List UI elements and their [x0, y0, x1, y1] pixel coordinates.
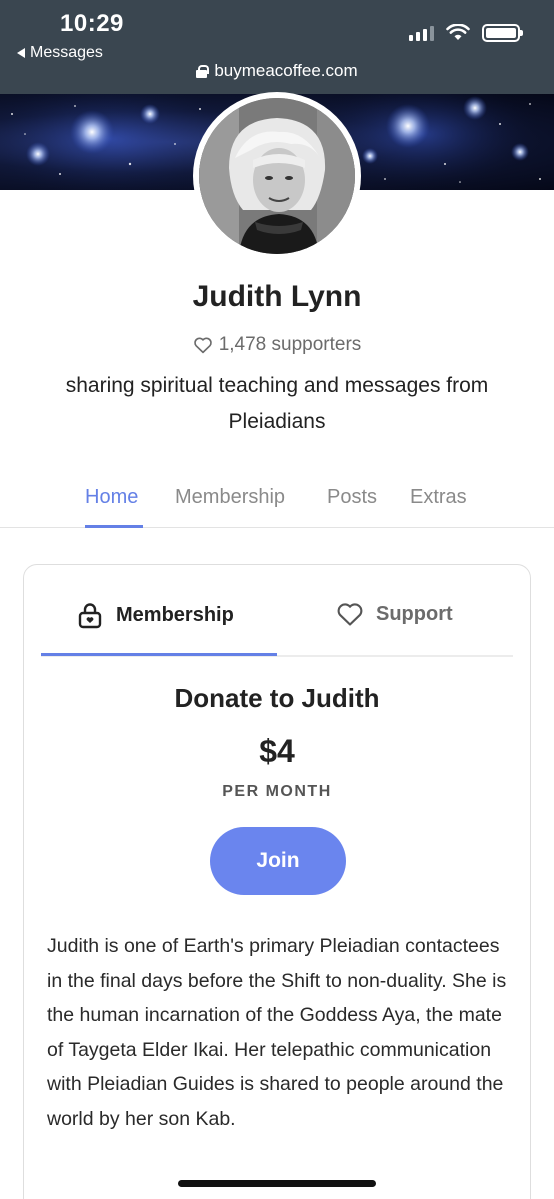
tab-home[interactable]: Home [85, 486, 138, 509]
tier-price: $4 [259, 733, 295, 769]
avatar-photo [199, 98, 355, 254]
join-button[interactable]: Join [210, 827, 346, 895]
home-indicator [178, 1180, 376, 1187]
tab-membership[interactable]: Membership [175, 486, 285, 509]
back-arrow-icon [17, 48, 25, 58]
card-tab-membership-label: Membership [116, 603, 234, 626]
url-text: buymeacoffee.com [214, 61, 358, 80]
back-to-messages[interactable]: Messages [17, 44, 103, 62]
tier-description: Judith is one of Earth's primary Pleiadi… [47, 935, 507, 1130]
secure-lock-icon [196, 64, 210, 78]
card-active-tab-indicator [41, 653, 277, 656]
cellular-signal-icon [409, 25, 434, 41]
avatar [193, 92, 361, 260]
back-label: Messages [30, 44, 103, 61]
heart-icon [193, 337, 212, 354]
active-tab-indicator [85, 525, 143, 528]
wifi-icon [446, 24, 470, 40]
card-tab-membership[interactable]: Membership [76, 601, 234, 629]
tier-title: Donate to Judith [174, 683, 380, 713]
profile-name: Judith Lynn [192, 280, 362, 313]
tab-posts[interactable]: Posts [327, 486, 377, 509]
browser-top-bar: 10:29 Messages buymeacoffee.com [0, 0, 554, 94]
tab-extras[interactable]: Extras [410, 486, 467, 509]
card-tab-support[interactable]: Support [336, 601, 453, 627]
battery-icon [482, 24, 523, 42]
supporters-count: 1,478 supporters [0, 334, 554, 356]
card-tab-support-label: Support [376, 602, 453, 625]
status-icons [409, 24, 523, 42]
supporters-text: 1,478 supporters [218, 334, 362, 355]
profile-tagline: sharing spiritual teaching and messages … [65, 374, 489, 433]
status-time: 10:29 [60, 10, 124, 37]
profile-tabs: Home Membership Posts Extras [0, 470, 554, 528]
membership-card: Membership Support Donate to Judith $4 P… [23, 564, 531, 1199]
address-bar[interactable]: buymeacoffee.com [0, 61, 554, 81]
lock-icon [78, 603, 102, 629]
heart-icon [337, 603, 363, 626]
tier-period: PER MONTH [222, 783, 332, 800]
